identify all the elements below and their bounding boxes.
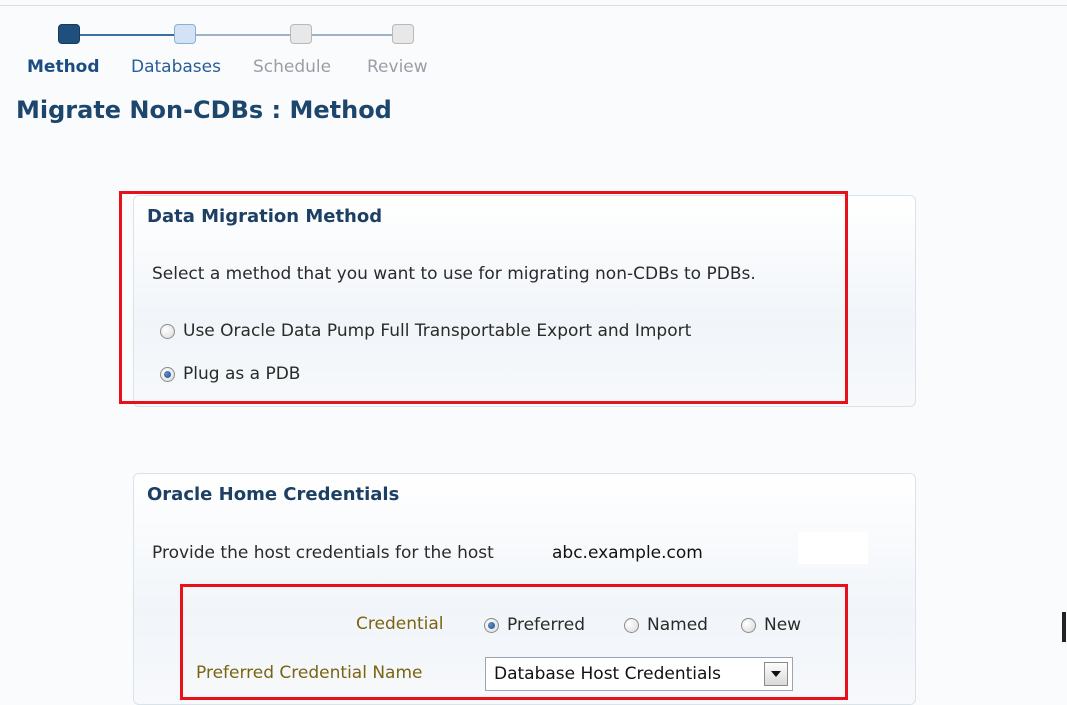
radio-option-plug-pdb[interactable]: Plug as a PDB — [160, 364, 300, 384]
preferred-credential-name-label: Preferred Credential Name — [196, 663, 423, 683]
credential-label: Credential — [356, 614, 444, 634]
preferred-credential-select[interactable]: Database Host Credentials — [485, 657, 793, 691]
step-review-node — [392, 24, 414, 44]
radio-option-label: Plug as a PDB — [183, 364, 301, 384]
panel-header: Data Migration Method — [147, 206, 383, 227]
step-databases-node[interactable] — [174, 24, 196, 44]
top-divider — [0, 5, 1067, 6]
step-method-node[interactable] — [58, 24, 80, 44]
train-connector — [80, 34, 174, 36]
radio-credential-preferred[interactable]: Preferred — [484, 615, 585, 635]
step-method-label[interactable]: Method — [27, 57, 100, 77]
step-review-label: Review — [367, 57, 428, 77]
radio-button[interactable] — [160, 323, 175, 339]
radio-option-label: Preferred — [507, 615, 586, 635]
radio-option-label: Named — [647, 615, 708, 635]
train-connector — [196, 34, 290, 36]
radio-credential-named[interactable]: Named — [624, 615, 708, 635]
page-title: Migrate Non-CDBs : Method — [16, 96, 392, 124]
radio-button-selected[interactable] — [160, 366, 175, 382]
radio-button-selected[interactable] — [484, 617, 499, 633]
select-value: Database Host Credentials — [494, 664, 721, 684]
radio-option-label: Use Oracle Data Pump Full Transportable … — [183, 321, 692, 341]
panel-header: Oracle Home Credentials — [147, 484, 400, 505]
radio-button[interactable] — [624, 617, 639, 633]
radio-option-label: New — [764, 615, 802, 635]
panel-instruction: Select a method that you want to use for… — [152, 264, 756, 284]
radio-button[interactable] — [741, 617, 756, 633]
step-schedule-label: Schedule — [253, 57, 332, 77]
host-field-background — [798, 532, 868, 564]
chevron-down-icon[interactable] — [764, 662, 788, 686]
window-edge-marker — [1062, 612, 1066, 642]
radio-credential-new[interactable]: New — [741, 615, 801, 635]
step-databases-label[interactable]: Databases — [131, 57, 221, 77]
step-schedule-node — [290, 24, 312, 44]
host-instruction: Provide the host credentials for the hos… — [152, 543, 494, 563]
train-connector — [312, 34, 392, 36]
host-name: abc.example.com — [552, 543, 703, 563]
radio-option-datapump[interactable]: Use Oracle Data Pump Full Transportable … — [160, 321, 691, 341]
